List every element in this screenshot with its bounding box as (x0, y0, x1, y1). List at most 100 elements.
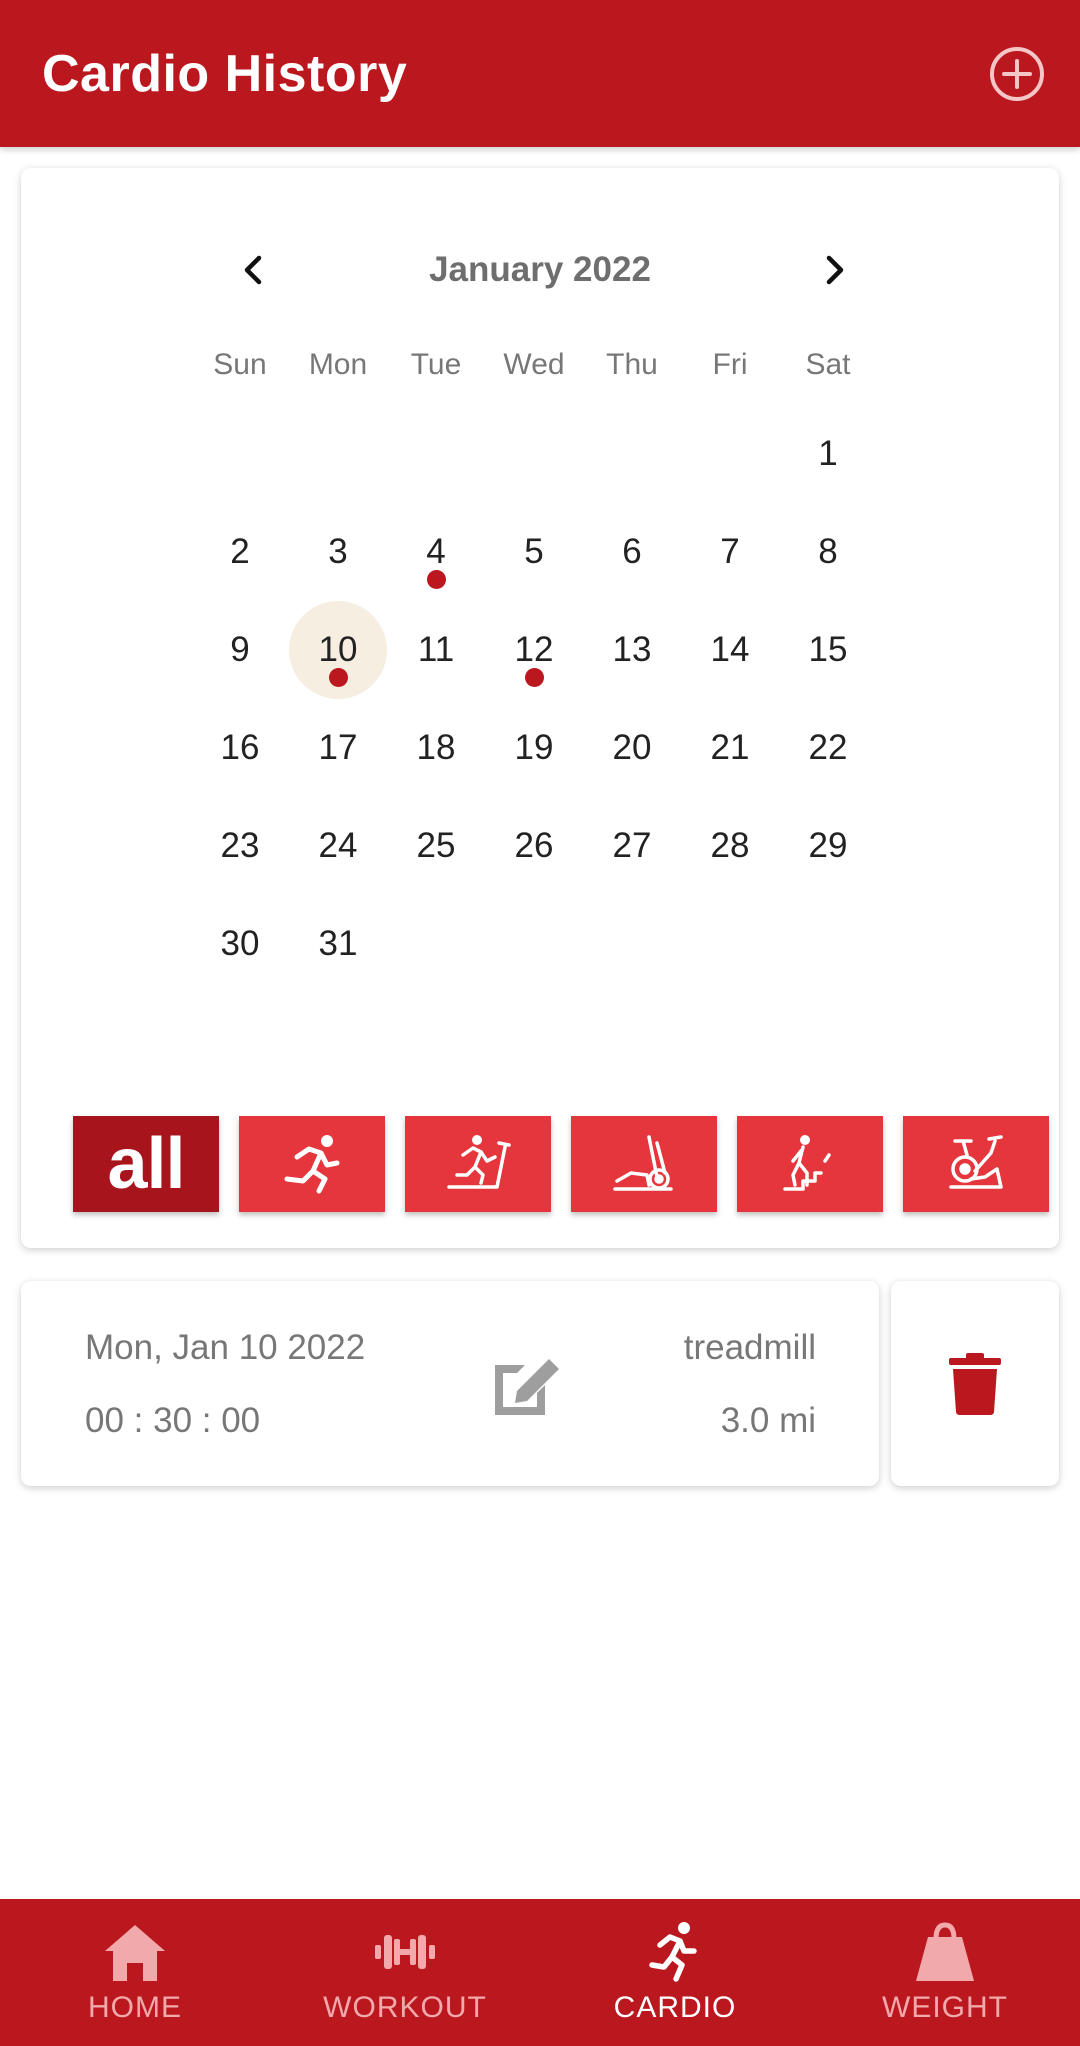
calendar-day-23[interactable]: 23 (191, 797, 289, 895)
calendar-day-number: 2 (230, 532, 250, 571)
nav-weight[interactable]: WEIGHT (810, 1899, 1080, 2046)
calendar-day-27[interactable]: 27 (583, 797, 681, 895)
calendar-day-11[interactable]: 11 (387, 601, 485, 699)
calendar-day-8[interactable]: 8 (779, 503, 877, 601)
edit-icon (495, 1359, 559, 1415)
calendar-day-number: 13 (612, 630, 652, 669)
calendar-day-20[interactable]: 20 (583, 699, 681, 797)
calendar-day-number: 6 (622, 532, 642, 571)
calendar-day-2[interactable]: 2 (191, 503, 289, 601)
calendar-day-13[interactable]: 13 (583, 601, 681, 699)
calendar-day-22[interactable]: 22 (779, 699, 877, 797)
weekday-label: Thu (606, 348, 658, 381)
calendar-day-4[interactable]: 4 (387, 503, 485, 601)
weekday-header: Sun Mon Tue Wed Thu Fri Sat (191, 348, 877, 398)
calendar-day-5[interactable]: 5 (485, 503, 583, 601)
nav-cardio[interactable]: CARDIO (540, 1899, 810, 2046)
calendar-header: January 2022 (21, 230, 1059, 310)
calendar-day-1[interactable]: 1 (779, 405, 877, 503)
calendar-day-number: 10 (318, 630, 358, 669)
nav-weight-label: WEIGHT (882, 1991, 1008, 2024)
filter-all-button[interactable]: all (73, 1116, 219, 1212)
calendar-day-6[interactable]: 6 (583, 503, 681, 601)
calendar-day-number: 26 (514, 826, 554, 865)
calendar-day-number: 27 (612, 826, 652, 865)
home-icon (99, 1919, 171, 1985)
filter-running-button[interactable] (239, 1116, 385, 1212)
calendar-day-15[interactable]: 15 (779, 601, 877, 699)
filter-treadmill-button[interactable] (405, 1116, 551, 1212)
day-grid: 1 2 3 4 5 6 7 8 9 10 11 12 13 14 15 16 17 18 19 20 21 22 23 24 2… (191, 405, 877, 993)
calendar-day-26[interactable]: 26 (485, 797, 583, 895)
calendar-day-number: 18 (416, 728, 456, 767)
calendar-empty-cell (191, 405, 289, 503)
weekday-label: Sun (213, 348, 267, 381)
calendar-day-25[interactable]: 25 (387, 797, 485, 895)
entry-type: treadmill (683, 1328, 816, 1367)
stationary-bike-icon (949, 1135, 1003, 1189)
calendar-day-number: 15 (808, 630, 848, 669)
add-circle-icon (990, 47, 1044, 101)
entry-indicator-dot (525, 668, 544, 687)
filter-stair-climber-button[interactable] (737, 1116, 883, 1212)
stair-climber-icon (783, 1135, 831, 1191)
calendar-day-number: 30 (220, 924, 260, 963)
calendar-day-number: 20 (612, 728, 652, 767)
calendar-day-31[interactable]: 31 (289, 895, 387, 993)
calendar-empty-cell (583, 405, 681, 503)
page-title: Cardio History (42, 45, 408, 103)
calendar-day-10[interactable]: 10 (289, 601, 387, 699)
weekday-label: Mon (308, 348, 368, 381)
calendar-day-number: 5 (524, 532, 544, 571)
delete-entry-button[interactable] (891, 1281, 1059, 1486)
calendar-day-number: 17 (318, 728, 358, 767)
calendar-day-24[interactable]: 24 (289, 797, 387, 895)
weekday-label: Sat (805, 348, 851, 381)
calendar-day-29[interactable]: 29 (779, 797, 877, 895)
weekday-label: Fri (712, 348, 748, 381)
calendar-empty-cell (289, 405, 387, 503)
filter-stationary-bike-button[interactable] (903, 1116, 1049, 1212)
weekday-label: Tue (410, 348, 462, 381)
calendar-day-number: 23 (220, 826, 260, 865)
calendar-day-number: 1 (818, 434, 838, 473)
calendar-day-21[interactable]: 21 (681, 699, 779, 797)
calendar-day-18[interactable]: 18 (387, 699, 485, 797)
entry-indicator-dot (329, 668, 348, 687)
app-bar: Cardio History (0, 0, 1080, 147)
calendar-day-number: 25 (416, 826, 456, 865)
calendar-day-19[interactable]: 19 (485, 699, 583, 797)
entry-duration: 00 : 30 : 00 (85, 1401, 261, 1440)
nav-cardio-label: CARDIO (613, 1991, 737, 2024)
calendar-day-14[interactable]: 14 (681, 601, 779, 699)
calendar-day-28[interactable]: 28 (681, 797, 779, 895)
filter-elliptical-button[interactable] (571, 1116, 717, 1212)
calendar-day-number: 24 (318, 826, 358, 865)
calendar-day-number: 16 (220, 728, 260, 767)
entry-distance: 3.0 mi (720, 1401, 816, 1440)
nav-workout[interactable]: WORKOUT (270, 1899, 540, 2046)
calendar-empty-cell (681, 405, 779, 503)
calendar-day-3[interactable]: 3 (289, 503, 387, 601)
calendar-day-30[interactable]: 30 (191, 895, 289, 993)
filter-all-label: all (107, 1124, 185, 1204)
entry-date: Mon, Jan 10 2022 (85, 1328, 366, 1367)
calendar-day-9[interactable]: 9 (191, 601, 289, 699)
calendar-day-17[interactable]: 17 (289, 699, 387, 797)
nav-home-label: HOME (88, 1991, 182, 2024)
calendar-day-number: 4 (426, 532, 446, 571)
bottom-nav: HOME WORKOUT CARDIO WEIGHT (0, 1899, 1080, 2046)
calendar-day-16[interactable]: 16 (191, 699, 289, 797)
calendar-day-12[interactable]: 12 (485, 601, 583, 699)
calendar-day-number: 29 (808, 826, 848, 865)
nav-home[interactable]: HOME (0, 1899, 270, 2046)
calendar-empty-cell (485, 405, 583, 503)
entry-indicator-dot (427, 570, 446, 589)
add-cardio-button[interactable] (988, 45, 1046, 103)
month-label: January 2022 (429, 250, 651, 289)
edit-entry-button[interactable] (487, 1351, 563, 1421)
next-month-button[interactable] (806, 242, 862, 298)
calendar-day-7[interactable]: 7 (681, 503, 779, 601)
treadmill-icon (447, 1135, 511, 1189)
cardio-entry-card[interactable]: Mon, Jan 10 2022 00 : 30 : 00 treadmill … (21, 1281, 879, 1486)
